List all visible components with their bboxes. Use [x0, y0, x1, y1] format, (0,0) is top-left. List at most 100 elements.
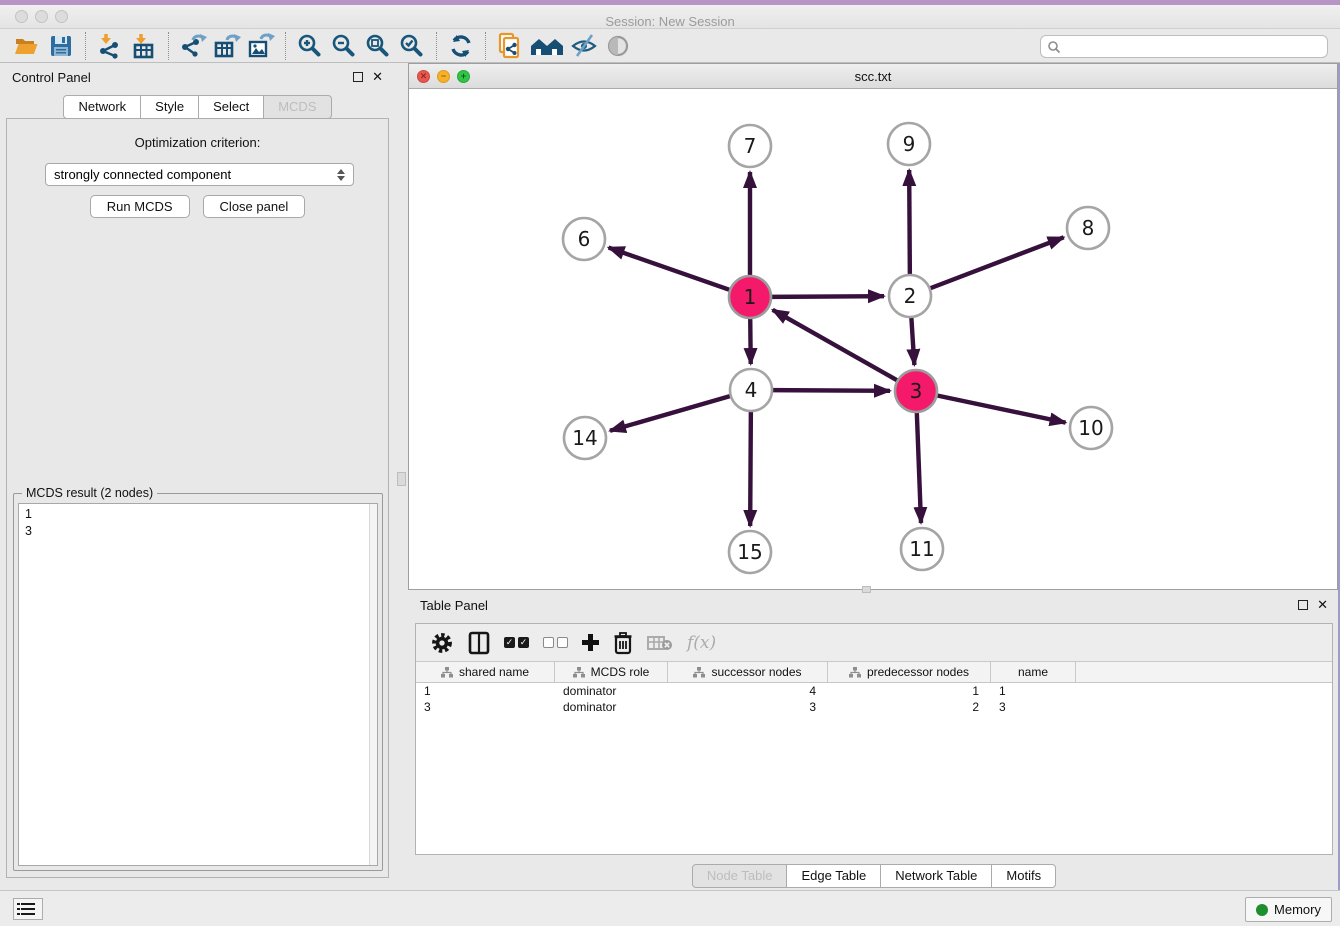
column-header-mcds-role[interactable]: MCDS role [555, 662, 668, 682]
tab-network-table[interactable]: Network Table [881, 864, 992, 888]
hidden-eye-button[interactable] [601, 31, 635, 61]
zoom-selected-button[interactable] [395, 31, 429, 61]
cell-1-4[interactable]: 3 [991, 699, 1076, 715]
zoom-fit-button[interactable] [361, 31, 395, 61]
delete-table-button[interactable] [647, 629, 673, 657]
add-column-button[interactable] [582, 629, 599, 657]
import-network-icon [97, 33, 123, 59]
tab-style[interactable]: Style [141, 95, 199, 119]
toolbar-separator [485, 32, 486, 60]
search-icon [1047, 40, 1061, 54]
edge-4-3[interactable] [772, 390, 890, 391]
import-table-icon [131, 33, 157, 59]
export-image-button[interactable] [244, 31, 278, 61]
node-label-2: 2 [904, 284, 917, 308]
edge-3-11[interactable] [917, 412, 921, 523]
deselect-all-columns-button[interactable] [543, 629, 568, 657]
search-input[interactable] [1061, 37, 1327, 56]
unchecked-box-icon [557, 637, 568, 648]
edge-2-9[interactable] [909, 170, 910, 275]
run-mcds-button[interactable]: Run MCDS [90, 195, 190, 218]
export-network-button[interactable] [176, 31, 210, 61]
edge-2-3[interactable] [911, 317, 914, 365]
export-table-icon [213, 33, 241, 59]
float-table-panel-icon[interactable] [1298, 600, 1308, 610]
column-header-successor-nodes[interactable]: successor nodes [668, 662, 828, 682]
table-row[interactable]: 1dominator411 [416, 683, 1332, 699]
duplicate-network-button[interactable] [493, 31, 527, 61]
edge-1-6[interactable] [609, 248, 731, 290]
edge-1-2[interactable] [771, 296, 884, 297]
zoom-in-button[interactable] [293, 31, 327, 61]
network-window-titlebar[interactable]: ✕ − + scc.txt [409, 64, 1337, 89]
tab-select[interactable]: Select [199, 95, 264, 119]
show-hide-button[interactable] [567, 31, 601, 61]
cell-0-3[interactable]: 1 [828, 683, 991, 699]
column-header-predecessor-nodes[interactable]: predecessor nodes [828, 662, 991, 682]
task-history-button[interactable] [13, 898, 43, 920]
unchecked-box-icon [543, 637, 554, 648]
houses-icon [529, 34, 565, 58]
cell-0-1[interactable]: dominator [555, 683, 668, 699]
edge-4-14[interactable] [610, 396, 731, 431]
node-label-6: 6 [578, 227, 591, 251]
save-session-button[interactable] [44, 31, 78, 61]
cell-1-2[interactable]: 3 [668, 699, 828, 715]
tab-edge-table[interactable]: Edge Table [787, 864, 881, 888]
export-table-button[interactable] [210, 31, 244, 61]
column-browser-button[interactable] [468, 629, 490, 657]
cell-1-1[interactable]: dominator [555, 699, 668, 715]
float-panel-icon[interactable] [353, 72, 363, 82]
select-all-columns-button[interactable]: ✓✓ [504, 629, 529, 657]
delete-column-button[interactable] [613, 629, 633, 657]
dropdown-stepper-icon [337, 169, 345, 181]
edge-2-8[interactable] [930, 237, 1064, 288]
edge-3-10[interactable] [937, 395, 1066, 422]
cell-0-4[interactable]: 1 [991, 683, 1076, 699]
tab-motifs[interactable]: Motifs [992, 864, 1056, 888]
close-table-panel-icon[interactable]: ✕ [1317, 600, 1328, 610]
apply-layout-button[interactable] [444, 31, 478, 61]
column-type-icon [441, 667, 453, 678]
table-row[interactable]: 3dominator323 [416, 699, 1332, 715]
function-builder-button[interactable]: f(x) [687, 629, 716, 657]
zoom-out-button[interactable] [327, 31, 361, 61]
list-icon [21, 903, 35, 916]
first-neighbors-button[interactable] [527, 31, 567, 61]
tab-network[interactable]: Network [63, 95, 141, 119]
result-scrollbar[interactable] [369, 504, 377, 865]
duplicate-network-icon [497, 32, 523, 60]
cell-1-0[interactable]: 3 [416, 699, 555, 715]
network-canvas[interactable]: 7968124314101511 [409, 89, 1337, 589]
mcds-result-textarea[interactable]: 13 [18, 503, 378, 866]
close-panel-icon[interactable]: ✕ [372, 72, 383, 82]
toolbar-separator [168, 32, 169, 60]
criterion-dropdown[interactable]: strongly connected component [45, 163, 354, 186]
optimization-criterion-label: Optimization criterion: [7, 135, 388, 150]
tab-mcds[interactable]: MCDS [264, 95, 331, 119]
checked-box-icon: ✓ [518, 637, 529, 648]
open-session-button[interactable] [10, 31, 44, 61]
column-header-shared-name[interactable]: shared name [416, 662, 555, 682]
cell-0-2[interactable]: 4 [668, 683, 828, 699]
node-label-14: 14 [572, 426, 597, 450]
save-disk-icon [49, 34, 73, 58]
cell-0-0[interactable]: 1 [416, 683, 555, 699]
table-settings-button[interactable] [430, 629, 454, 657]
gray-eye-icon [606, 34, 630, 58]
table-panel-header: Table Panel ✕ [408, 590, 1340, 620]
table-tabs: Node Table Edge Table Network Table Moti… [408, 864, 1340, 888]
edge-4-15[interactable] [750, 411, 751, 526]
memory-button[interactable]: Memory [1245, 897, 1332, 922]
import-network-button[interactable] [93, 31, 127, 61]
checked-box-icon: ✓ [504, 637, 515, 648]
search-field[interactable] [1040, 35, 1328, 58]
panel-divider-grip[interactable] [397, 472, 406, 486]
close-panel-button[interactable]: Close panel [203, 195, 306, 218]
edge-3-1[interactable] [773, 310, 898, 381]
titlebar: Session: New Session [0, 5, 1340, 29]
column-header-name[interactable]: name [991, 662, 1076, 682]
tab-node-table[interactable]: Node Table [692, 864, 788, 888]
import-table-button[interactable] [127, 31, 161, 61]
cell-1-3[interactable]: 2 [828, 699, 991, 715]
